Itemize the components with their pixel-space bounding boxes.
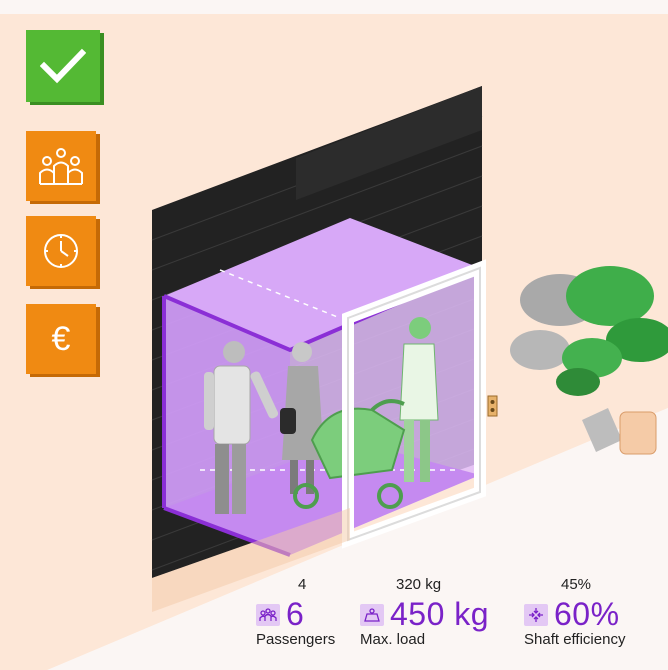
people-icon	[39, 148, 83, 185]
clock-icon	[44, 234, 78, 268]
shaft-efficiency-previous: 45%	[561, 576, 592, 593]
passengers-icon	[256, 603, 280, 626]
passengers-previous: 4	[298, 576, 307, 593]
shaft-efficiency-label: Shaft efficiency	[524, 631, 626, 648]
weight-icon	[360, 603, 384, 626]
shaft-efficiency-value: 60%	[554, 596, 620, 632]
stats-bar: 4 6 Passengers 320 kg 450 kg Max. load 4…	[0, 574, 668, 670]
max-load-previous: 320 kg	[396, 576, 442, 593]
passengers-label: Passengers	[256, 631, 336, 648]
euro-icon: €	[51, 319, 71, 358]
check-icon	[40, 48, 86, 84]
confirm-button[interactable]	[26, 30, 100, 102]
max-load-value: 450 kg	[390, 596, 490, 632]
max-load-label: Max. load	[360, 631, 426, 648]
compress-arrows-icon	[524, 603, 548, 626]
passengers-option-button[interactable]	[26, 131, 96, 201]
cost-option-button[interactable]: €	[26, 304, 96, 374]
time-option-button[interactable]	[26, 216, 96, 286]
elevator-illustration	[0, 14, 668, 670]
passengers-value: 6	[286, 596, 305, 632]
call-button-panel	[487, 395, 498, 417]
